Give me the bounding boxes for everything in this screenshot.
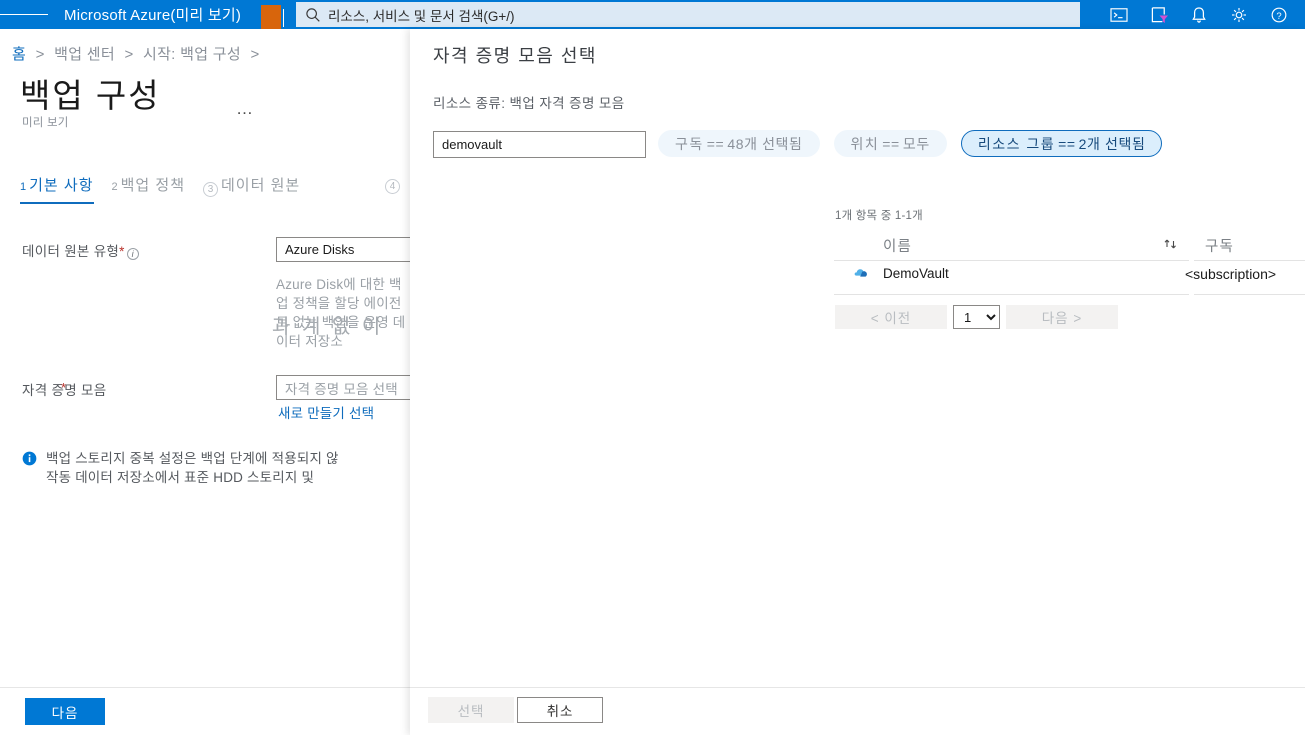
- grid-divider: [1194, 294, 1305, 295]
- tab-review[interactable]: 4: [385, 177, 403, 201]
- tab-backup-policy-label: 백업 정책: [120, 177, 185, 194]
- tab-review-number: 4: [385, 179, 400, 194]
- row-vault-name: DemoVault: [883, 266, 949, 281]
- vault-field-label: 자격 증명 모음 *: [22, 379, 106, 399]
- info-banner-line2: 작동 데이터 저장소에서 표준 HDD 스토리지 및: [46, 470, 315, 485]
- tab-basics-label: 기본 사항: [29, 177, 94, 194]
- next-page-button[interactable]: 다음 >: [1006, 305, 1118, 329]
- tab-datasources-label: 데이터 원본: [221, 177, 301, 194]
- filter-pill-location[interactable]: 위치 == 모두: [833, 130, 947, 157]
- vault-select-field[interactable]: 자격 증명 모음 선택: [276, 375, 410, 400]
- row-subscription: <subscription>: [1185, 266, 1277, 282]
- tab-datasources[interactable]: 3 데이터 원본: [203, 174, 300, 204]
- settings-gear-icon[interactable]: [1219, 0, 1259, 29]
- directory-filter-icon[interactable]: [1139, 0, 1179, 29]
- breadcrumb-separator-trailing: >: [250, 46, 260, 63]
- datasource-description-overlay-text: 과 계 없 이: [272, 316, 384, 338]
- tab-datasources-number: 3: [203, 182, 218, 197]
- vault-search-input[interactable]: demovault: [433, 131, 646, 158]
- tab-basics[interactable]: 1 기본 사항: [20, 174, 94, 204]
- help-question-icon[interactable]: ?: [1259, 0, 1299, 29]
- wizard-tabs: 1 기본 사항 2 백업 정책 3 데이터 원본: [20, 174, 318, 208]
- filter-pill-resource-group-op: ==: [1058, 135, 1076, 152]
- breadcrumb-separator: >: [124, 46, 134, 63]
- context-pane-title: 자격 증명 모음 선택: [433, 46, 597, 66]
- filter-pill-resource-group[interactable]: 리소스 그룹 == 2개 선택됨: [960, 130, 1163, 157]
- search-icon: [306, 7, 320, 22]
- vault-create-new-link[interactable]: 새로 만들기 선택: [278, 402, 374, 422]
- previous-page-button[interactable]: < 이전: [835, 305, 947, 329]
- breadcrumb-item-backup-center[interactable]: 백업 센터: [54, 46, 115, 63]
- tab-backup-policy-number: 2: [111, 181, 118, 193]
- page-title: 백업 구성: [20, 77, 161, 114]
- breadcrumb-item-home[interactable]: 홈: [12, 46, 26, 63]
- datasource-type-dropdown[interactable]: Azure Disks: [276, 237, 410, 262]
- grid-header-row: 이름 구독 리소스 그룹: [830, 231, 1305, 261]
- global-top-bar: Microsoft Azure(미리 보기) 리소스, 서비스 및 문서 검색(…: [0, 0, 1305, 31]
- datasource-type-value: Azure Disks: [285, 242, 355, 257]
- grid-column-subscription[interactable]: 구독: [1205, 235, 1234, 256]
- select-button[interactable]: 선택: [428, 697, 514, 723]
- page-subtitle-preview: 미리 보기: [22, 117, 69, 129]
- info-banner-text: 백업 스토리지 중복 설정은 백업 단계에 적용되지 않 작동 데이터 저장소에…: [37, 449, 339, 487]
- grid-column-name[interactable]: 이름: [883, 235, 912, 256]
- result-count-label: 1개 항목 중 1-1개: [835, 210, 923, 222]
- filter-pill-subscription-op: ==: [706, 135, 725, 152]
- filter-pill-resource-group-value: 2개 선택됨: [1078, 135, 1146, 152]
- hamburger-icon[interactable]: [0, 0, 48, 29]
- required-asterisk: *: [61, 380, 67, 395]
- global-search-input[interactable]: 리소스, 서비스 및 문서 검색(G+/): [296, 2, 1080, 27]
- backup-configure-blade: 홈 > 백업 센터 > 시작: 백업 구성 > 백업 구성 미리 보기 … 1 …: [0, 29, 410, 735]
- filter-pill-subscription[interactable]: 구독 == 48개 선택됨: [658, 130, 820, 157]
- text-selection-highlight: [261, 5, 281, 31]
- filter-pill-group: 구독 == 48개 선택됨 위치 == 모두 리소스 그룹 == 2개 선택됨: [658, 130, 1163, 157]
- filter-pill-resource-group-key: 리소스 그룹: [977, 135, 1056, 152]
- context-pane-subtitle: 리소스 종류: 백업 자격 증명 모음: [433, 96, 625, 111]
- text-caret: [283, 9, 284, 27]
- tab-backup-policy[interactable]: 2 백업 정책: [112, 174, 186, 204]
- filter-pill-location-key: 위치: [850, 135, 880, 152]
- svg-text:?: ?: [1276, 10, 1281, 21]
- vault-select-placeholder: 자격 증명 모음 선택: [285, 381, 398, 397]
- grid-divider: [834, 294, 1189, 295]
- topbar-icon-group: ?: [1099, 0, 1299, 29]
- table-row[interactable]: DemoVault <subscription> <resource group…: [830, 261, 1305, 295]
- backup-vault-icon: [854, 269, 867, 277]
- vault-results-grid: 이름 구독 리소스 그룹 DemoVault <subscription> <r…: [830, 231, 1305, 299]
- info-tooltip-icon[interactable]: i: [126, 248, 139, 260]
- required-asterisk: *: [119, 244, 125, 259]
- pagination-controls: < 이전 1 다음 >: [835, 305, 1118, 329]
- info-banner: 백업 스토리지 중복 설정은 백업 단계에 적용되지 않 작동 데이터 저장소에…: [22, 449, 410, 487]
- next-button[interactable]: 다음: [25, 698, 105, 725]
- info-circle-icon: [22, 451, 37, 466]
- sort-updown-icon[interactable]: [1163, 237, 1179, 253]
- breadcrumb-separator: >: [35, 46, 45, 63]
- page-number-select[interactable]: 1: [953, 305, 1000, 329]
- info-banner-line1: 백업 스토리지 중복 설정은 백업 단계에 적용되지 않: [46, 451, 339, 466]
- tab-basics-number: 1: [20, 181, 27, 193]
- cancel-button[interactable]: 취소: [517, 697, 603, 723]
- select-vault-context-pane: 자격 증명 모음 선택 리소스 종류: 백업 자격 증명 모음 demovaul…: [410, 29, 1305, 735]
- filter-pill-subscription-key: 구독: [675, 135, 704, 152]
- context-pane-footer: 선택 취소: [410, 687, 1305, 735]
- filter-pill-subscription-value: 48개 선택됨: [727, 135, 803, 152]
- filter-pill-location-op: ==: [882, 135, 900, 152]
- breadcrumb-item-start-configure-backup[interactable]: 시작: 백업 구성: [143, 46, 241, 63]
- vault-search-value: demovault: [442, 137, 502, 152]
- breadcrumb: 홈 > 백업 센터 > 시작: 백업 구성 >: [12, 43, 265, 64]
- azure-brand-label: Microsoft Azure(미리 보기): [64, 7, 242, 24]
- datasource-type-label-text: 데이터 원본 유형: [22, 244, 120, 259]
- datasource-type-label: 데이터 원본 유형* i: [22, 240, 139, 260]
- global-search-placeholder: 리소스, 서비스 및 문서 검색(G+/): [328, 8, 515, 24]
- cloud-shell-icon[interactable]: [1099, 0, 1139, 29]
- filter-pill-location-value: 모두: [902, 135, 930, 152]
- azure-brand-title[interactable]: Microsoft Azure(미리 보기): [48, 4, 284, 31]
- notifications-bell-icon[interactable]: [1179, 0, 1219, 29]
- blade-footer: 다음: [0, 687, 410, 735]
- more-actions-button[interactable]: …: [236, 99, 254, 119]
